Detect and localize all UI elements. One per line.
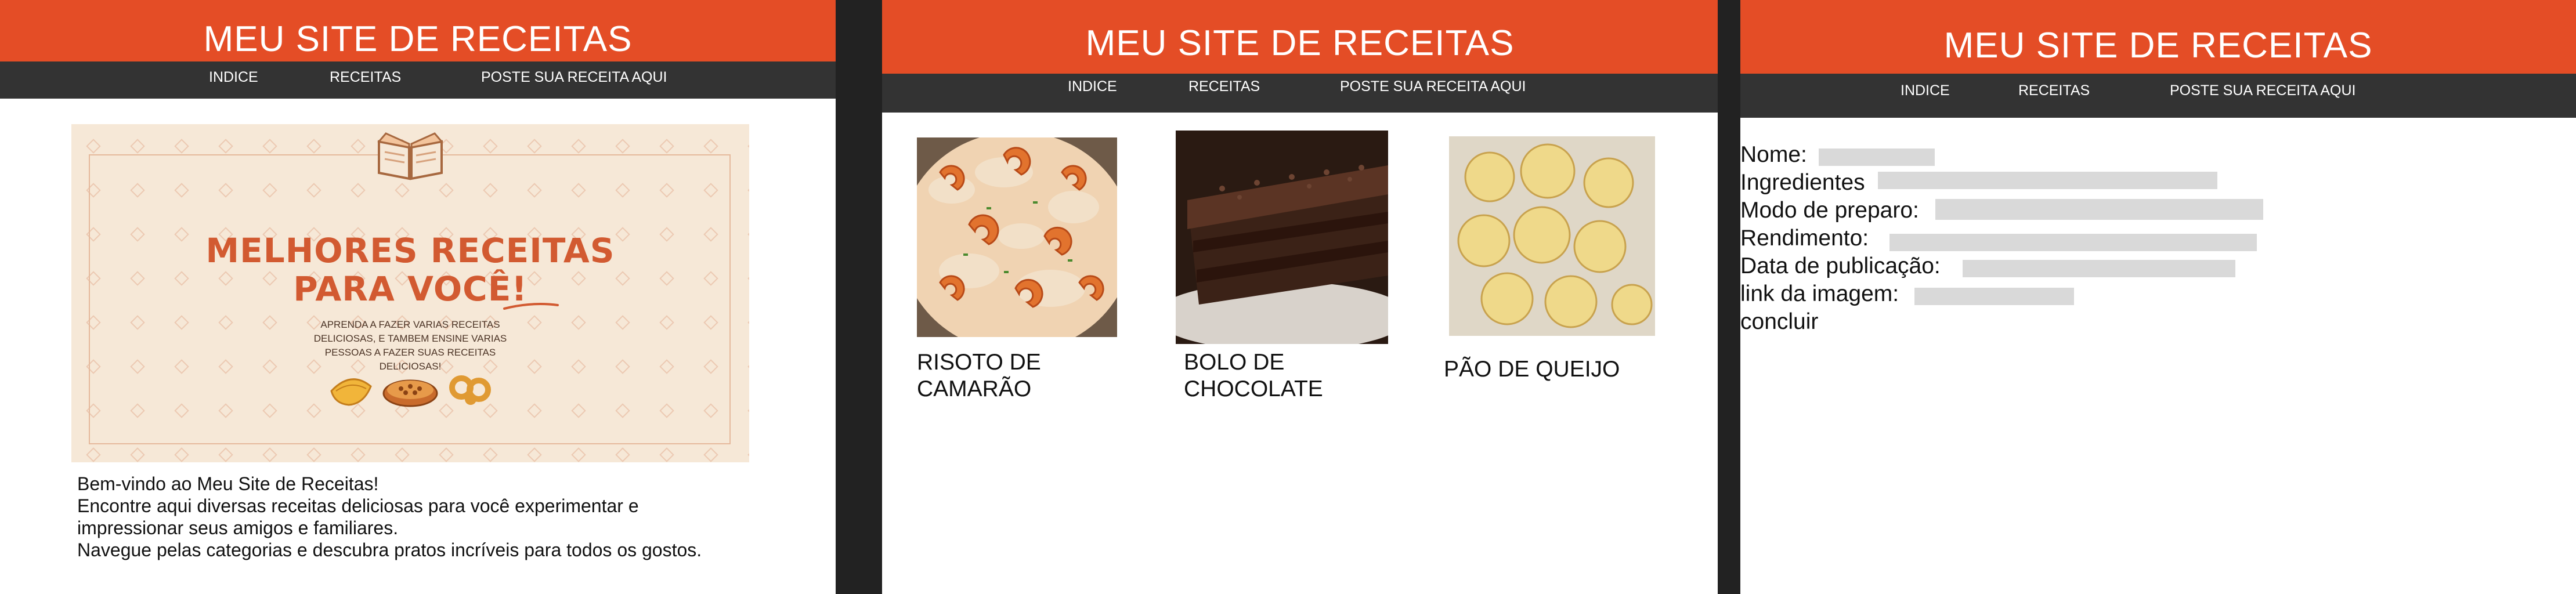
yield-label: Rendimento: [1740,226,1869,251]
nav-bar: INDICE RECEITAS POSTE SUA RECEITA AQUI [1740,74,2576,118]
site-title: MEU SITE DE RECEITAS [882,0,1718,74]
nav-link-poste-receita[interactable]: POSTE SUA RECEITA AQUI [1340,74,1526,99]
nav-link-poste-receita[interactable]: POSTE SUA RECEITA AQUI [481,61,667,93]
ingredients-input[interactable] [1878,172,2217,189]
nav-link-poste-receita[interactable]: POSTE SUA RECEITA AQUI [2170,74,2355,107]
date-label: Data de publicação: [1740,253,1941,278]
site-title: MEU SITE DE RECEITAS [1740,0,2576,74]
image-link-label: link da imagem: [1740,281,1899,306]
nav-bar: INDICE RECEITAS POSTE SUA RECEITA AQUI [882,74,1718,113]
title-underline [503,303,559,310]
pie-icon [382,379,438,407]
method-label: Modo de preparo: [1740,198,1919,223]
banner-title: MELHORES RECEITAS PARA VOCÊ! [205,231,615,309]
nav-link-indice[interactable]: INDICE [1068,74,1117,99]
welcome-text: Bem-vindo ao Meu Site de Receitas! Encon… [77,473,702,560]
recipe-image-bolo[interactable] [1176,131,1388,344]
nav-link-receitas[interactable]: RECEITAS [2018,74,2090,107]
ingredients-label: Ingredientes [1740,170,1865,195]
recipe-image-pao-de-queijo[interactable] [1449,136,1655,336]
banner-subtitle: APRENDA A FAZER VARIAS RECEITAS DELICIOS… [313,319,507,372]
site-title: MEU SITE DE RECEITAS [0,0,836,61]
nav-link-receitas[interactable]: RECEITAS [330,61,401,93]
image-link-input[interactable] [1914,288,2074,305]
pastry-icon [330,378,372,406]
nav-link-indice[interactable]: INDICE [209,61,258,93]
yield-input[interactable] [1889,234,2257,251]
recipe-image-risoto[interactable] [917,137,1117,337]
date-input[interactable] [1963,260,2235,277]
nav-link-receitas[interactable]: RECEITAS [1188,74,1260,99]
recipes-page: MEU SITE DE RECEITAS INDICE RECEITAS POS… [882,0,1718,594]
recipe-title-pao-de-queijo[interactable]: PÃO DE QUEIJO [1444,356,1620,383]
hero-banner: MELHORES RECEITAS PARA VOCÊ! APRENDA A F… [71,124,749,462]
name-label: Nome: [1740,142,1807,167]
name-input[interactable] [1819,148,1935,166]
method-input[interactable] [1935,199,2263,220]
home-page: MEU SITE DE RECEITAS INDICE RECEITAS POS… [0,0,836,594]
book-icon [377,132,443,180]
submit-button[interactable]: concluir [1740,308,1818,336]
post-recipe-page: MEU SITE DE RECEITAS INDICE RECEITAS POS… [1740,0,2576,594]
nav-bar: INDICE RECEITAS POSTE SUA RECEITA AQUI [0,61,836,99]
nav-link-indice[interactable]: INDICE [1901,74,1950,107]
recipe-title-risoto[interactable]: RISOTO DE CAMARÃO [917,349,1041,403]
pretzel-icon [449,375,491,405]
recipe-title-bolo[interactable]: BOLO DE CHOCOLATE [1184,349,1323,403]
